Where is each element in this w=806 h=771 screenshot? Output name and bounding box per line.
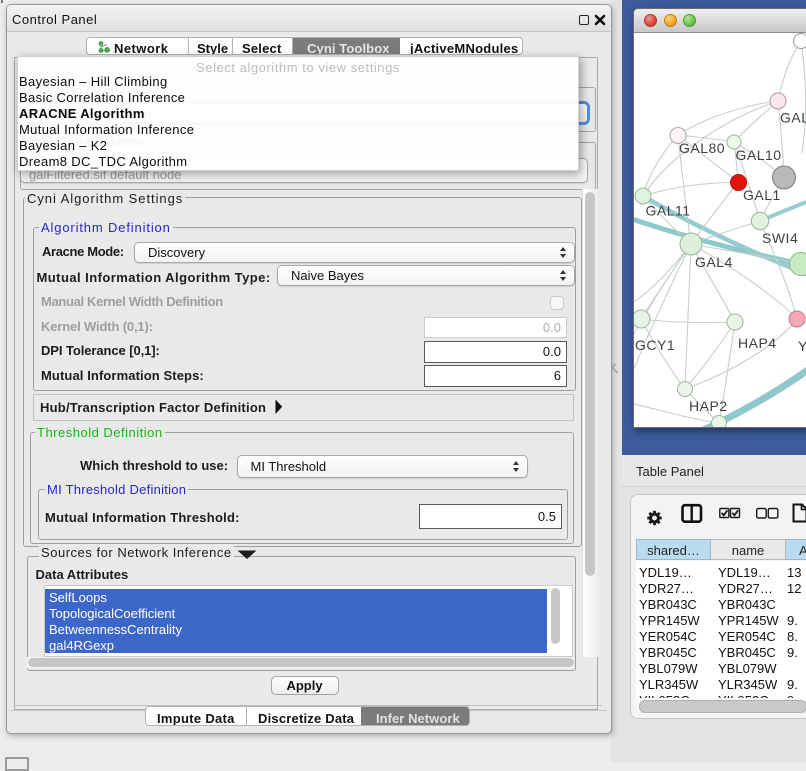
svg-text:GAL80: GAL80 <box>679 140 725 156</box>
svg-text:GAL10: GAL10 <box>736 147 782 163</box>
svg-text:GAL4: GAL4 <box>695 254 733 270</box>
svg-text:GCY1: GCY1 <box>635 337 675 353</box>
svg-text:HAP2: HAP2 <box>689 398 728 414</box>
svg-text:GAL1: GAL1 <box>743 187 781 203</box>
svg-text:SWI4: SWI4 <box>762 230 798 246</box>
svg-text:GAL11: GAL11 <box>646 203 691 219</box>
svg-text:HAP4: HAP4 <box>738 335 777 351</box>
svg-text:Y: Y <box>798 338 806 354</box>
svg-text:GAL: GAL <box>780 110 806 126</box>
